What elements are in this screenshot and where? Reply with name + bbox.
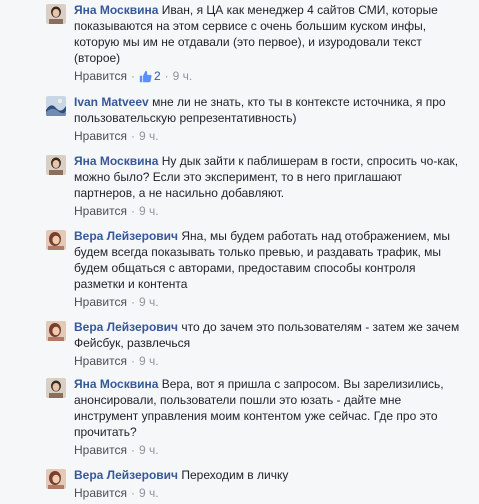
separator-dot: · (130, 129, 135, 143)
separator-dot: · (130, 443, 135, 457)
comment-actions: Нравится · 9 ч. (74, 442, 466, 458)
comment-actions: Нравится · 2 · 9 ч. (74, 68, 466, 84)
comment-time[interactable]: 9 ч. (173, 68, 193, 84)
avatar-vera[interactable] (46, 321, 66, 341)
avatar-yana[interactable] (46, 155, 66, 175)
comment-author[interactable]: Ivan Matveev (74, 95, 149, 109)
comment-content: Вера Лейзерович Переходим в личку (74, 467, 466, 483)
like-button[interactable]: Нравится (74, 128, 127, 144)
comment-body: Яна Москвина Вера, вот я пришла с запрос… (74, 376, 466, 458)
avatar-yana[interactable] (46, 4, 66, 24)
separator-dot: · (130, 204, 135, 218)
avatar-ivan[interactable] (46, 96, 66, 116)
separator-dot: · (164, 69, 169, 83)
comment-body: Вера Лейзерович что до зачем это пользов… (74, 319, 466, 369)
like-button[interactable]: Нравится (74, 68, 127, 84)
comment-body: Ivan Matveev мне ли не знать, кто ты в к… (74, 94, 466, 144)
avatar-vera[interactable] (46, 230, 66, 250)
comment-author[interactable]: Яна Москвина (74, 154, 158, 168)
comment-thread: Яна Москвина Иван, я ЦА как менеджер 4 с… (0, 0, 479, 504)
comment-author[interactable]: Яна Москвина (74, 3, 158, 17)
like-button[interactable]: Нравится (74, 203, 127, 219)
comment-time[interactable]: 9 ч. (139, 294, 159, 310)
comment-author[interactable]: Вера Лейзерович (74, 468, 178, 482)
comment-body: Яна Москвина Ну дык зайти к паблишерам в… (74, 153, 466, 219)
thumbs-up-icon (139, 70, 152, 82)
comment-actions: Нравится · 9 ч. (74, 128, 466, 144)
like-button[interactable]: Нравится (74, 442, 127, 458)
comment-body: Вера Лейзерович Переходим в личку Нравит… (74, 467, 466, 501)
comment-actions: Нравится · 9 ч. (74, 203, 466, 219)
comment-actions: Нравится · 9 ч. (74, 294, 466, 310)
separator-dot: · (130, 295, 135, 309)
like-count[interactable]: 2 (139, 68, 161, 84)
comment-body: Вера Лейзерович Яна, мы будем работать н… (74, 228, 466, 310)
comment-content: Ivan Matveev мне ли не знать, кто ты в к… (74, 94, 466, 126)
comment-actions: Нравится · 9 ч. (74, 485, 466, 501)
comment-body: Яна Москвина Иван, я ЦА как менеджер 4 с… (74, 2, 466, 84)
comment-content: Яна Москвина Вера, вот я пришла с запрос… (74, 376, 466, 440)
separator-dot: · (130, 69, 135, 83)
separator-dot: · (130, 486, 135, 500)
comment-author[interactable]: Вера Лейзерович (74, 320, 178, 334)
comment-content: Яна Москвина Ну дык зайти к паблишерам в… (74, 153, 466, 201)
like-count-value: 2 (153, 69, 161, 83)
comment-time[interactable]: 9 ч. (139, 203, 159, 219)
comment-author[interactable]: Вера Лейзерович (74, 229, 178, 243)
comment-time[interactable]: 9 ч. (139, 485, 159, 501)
avatar-vera[interactable] (46, 469, 66, 489)
comment-author[interactable]: Яна Москвина (74, 377, 158, 391)
like-button[interactable]: Нравится (74, 294, 127, 310)
comment-content: Вера Лейзерович Яна, мы будем работать н… (74, 228, 466, 292)
avatar-yana[interactable] (46, 378, 66, 398)
like-button[interactable]: Нравится (74, 353, 127, 369)
comment-text: Переходим в личку (181, 468, 289, 482)
comment-time[interactable]: 9 ч. (139, 353, 159, 369)
comment-time[interactable]: 9 ч. (139, 128, 159, 144)
comment-time[interactable]: 9 ч. (139, 442, 159, 458)
comment-actions: Нравится · 9 ч. (74, 353, 466, 369)
comment-content: Вера Лейзерович что до зачем это пользов… (74, 319, 466, 351)
like-button[interactable]: Нравится (74, 485, 127, 501)
separator-dot: · (130, 354, 135, 368)
comment-content: Яна Москвина Иван, я ЦА как менеджер 4 с… (74, 2, 466, 66)
